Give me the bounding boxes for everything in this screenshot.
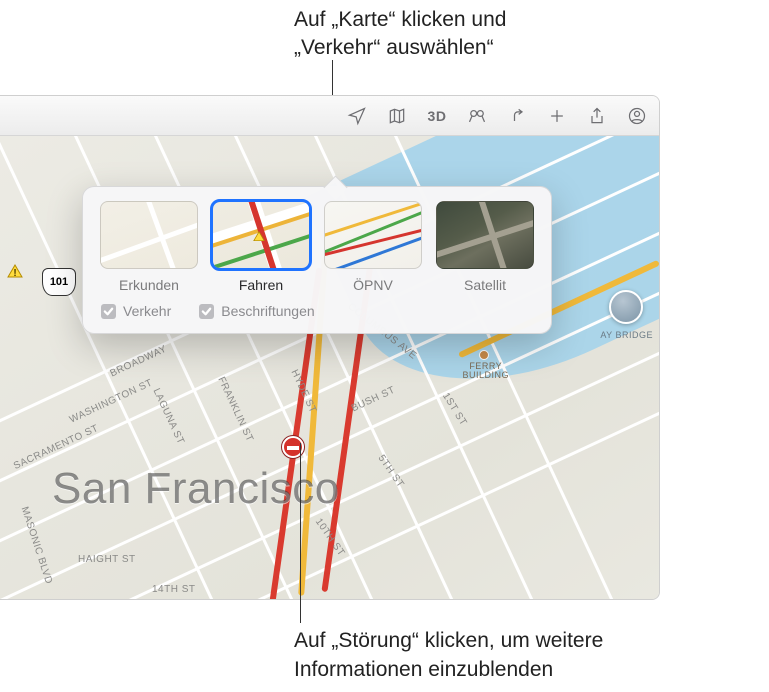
map-options-row: Verkehr Beschriftungen [93, 293, 541, 323]
annotation-top-line2: „Verkehr“ auswählen“ [294, 36, 494, 59]
checkbox-icon [101, 304, 116, 319]
traffic-warning-icon[interactable]: ! [7, 264, 23, 278]
map-mode-button[interactable] [385, 104, 409, 128]
share-button[interactable] [585, 104, 609, 128]
city-label: San Francisco [52, 464, 340, 514]
mode-satellite-thumbnail [436, 201, 534, 269]
annotation-bottom-line1: Auf „Störung“ klicken, um weitere [294, 629, 603, 652]
street-broadway: BROADWAY [109, 344, 169, 380]
annotation-top: Auf „Karte“ klicken und „Verkehr“ auswäh… [294, 6, 674, 63]
add-button[interactable] [545, 104, 569, 128]
bay-bridge-label: AY BRIDGE [600, 330, 653, 340]
ferry-building-label: FERRYBUILDING [462, 362, 509, 381]
svg-text:!: ! [13, 268, 16, 278]
traffic-checkbox[interactable]: Verkehr [101, 303, 171, 319]
traffic-checkbox-label: Verkehr [123, 303, 171, 319]
highway-101-shield[interactable]: 101 [42, 268, 76, 296]
street-fourteenth: 14TH ST [152, 584, 196, 595]
checkbox-icon [199, 304, 214, 319]
mode-explore[interactable]: Erkunden [99, 201, 199, 293]
mode-drive-label: Fahren [239, 277, 283, 293]
mode-transit-label: ÖPNV [353, 277, 393, 293]
annotation-top-line1: Auf „Karte“ klicken und [294, 8, 506, 31]
location-button[interactable] [345, 104, 369, 128]
street-haight: HAIGHT ST [78, 554, 136, 565]
annotation-leader-bottom [300, 443, 301, 623]
mode-satellite[interactable]: Satellit [435, 201, 535, 293]
labels-checkbox[interactable]: Beschriftungen [199, 303, 314, 319]
mode-drive-thumbnail [212, 201, 310, 269]
map-mode-row: Erkunden Fahren ÖP [93, 201, 541, 293]
directions-button[interactable] [505, 104, 529, 128]
toolbar: 3D [0, 96, 659, 136]
mode-transit[interactable]: ÖPNV [323, 201, 423, 293]
traffic-warning-icon [253, 228, 265, 238]
account-button[interactable] [625, 104, 649, 128]
lookaround-button[interactable] [465, 104, 489, 128]
labels-checkbox-label: Beschriftungen [221, 303, 314, 319]
mode-explore-label: Erkunden [119, 277, 179, 293]
mode-drive[interactable]: Fahren [211, 201, 311, 293]
bay-bridge-pin[interactable] [609, 290, 643, 324]
3d-button[interactable]: 3D [425, 104, 449, 128]
ferry-building-poi[interactable] [479, 350, 489, 360]
annotation-bottom: Auf „Störung“ klicken, um weitere Inform… [294, 627, 744, 684]
mode-transit-thumbnail [324, 201, 422, 269]
annotation-bottom-line2: Informationen einzublenden [294, 658, 553, 681]
mode-satellite-label: Satellit [464, 277, 506, 293]
mode-explore-thumbnail [100, 201, 198, 269]
highway-101-label: 101 [50, 276, 68, 288]
map-mode-popover: Erkunden Fahren ÖP [82, 186, 552, 334]
map-canvas[interactable]: San Francisco 101 ! BROADWAY WASHINGTON … [0, 136, 659, 599]
street-franklin: FRANKLIN ST [215, 375, 255, 444]
maps-window: 3D San Francisco 101 ! [0, 95, 660, 600]
